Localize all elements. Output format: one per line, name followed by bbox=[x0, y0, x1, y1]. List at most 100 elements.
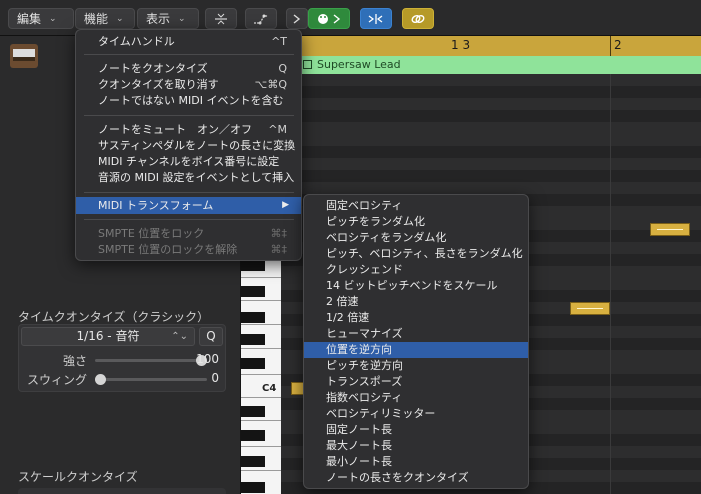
view-menu-label: 表示 bbox=[146, 12, 171, 26]
region-header[interactable]: Supersaw Lead bbox=[281, 56, 701, 74]
black-key[interactable] bbox=[241, 358, 265, 369]
submenu-item-reverse-position[interactable]: 位置を逆方向 bbox=[304, 342, 528, 358]
menu-item-shortcut: ^T bbox=[271, 35, 287, 48]
link-icon bbox=[411, 14, 425, 23]
catch-playhead-button[interactable] bbox=[360, 8, 392, 29]
submenu-item-label: ピッチをランダム化 bbox=[326, 215, 425, 228]
region-name: Supersaw Lead bbox=[317, 58, 401, 71]
chevron-down-icon: ⌄ bbox=[49, 13, 57, 24]
submenu-item-double-speed[interactable]: 2 倍速 bbox=[304, 294, 528, 310]
black-key[interactable] bbox=[241, 260, 265, 271]
swing-slider-knob[interactable] bbox=[95, 374, 106, 385]
menu-item-midi-transform[interactable]: MIDI トランスフォーム ▶ bbox=[76, 197, 301, 214]
submenu-item-reverse-pitch[interactable]: ピッチを逆方向 bbox=[304, 358, 528, 374]
menu-item-shortcut: ⌘‡ bbox=[270, 227, 288, 240]
submenu-item-label: 固定ノート長 bbox=[326, 423, 392, 436]
function-menu-button[interactable]: 機能 ⌄ bbox=[75, 8, 135, 29]
quantize-value-select[interactable]: 1/16 - 音符 ⌃⌄ bbox=[21, 327, 195, 346]
submenu-item-randomize-pitch[interactable]: ピッチをランダム化 bbox=[304, 214, 528, 230]
submenu-item-exponential-velocity[interactable]: 指数ベロシティ bbox=[304, 390, 528, 406]
menu-item-shortcut: ^M bbox=[268, 123, 287, 136]
swing-slider[interactable] bbox=[95, 374, 207, 385]
black-key[interactable] bbox=[241, 482, 265, 493]
submenu-item-min-note-length[interactable]: 最小ノート長 bbox=[304, 454, 528, 470]
ruler-number: 1 3 bbox=[451, 38, 471, 52]
menu-item-include-non-note[interactable]: ノートではない MIDI イベントを含む bbox=[76, 92, 301, 109]
quantize-tool-button[interactable] bbox=[205, 8, 237, 29]
submenu-item-scale-pitchbend[interactable]: 14 ビットピッチベンドをスケール bbox=[304, 278, 528, 294]
black-key[interactable] bbox=[241, 430, 265, 441]
submenu-item-label: ピッチを逆方向 bbox=[326, 359, 403, 372]
grid-row bbox=[281, 170, 701, 182]
black-key[interactable] bbox=[241, 312, 265, 323]
submenu-item-max-note-length[interactable]: 最大ノート長 bbox=[304, 438, 528, 454]
submenu-item-randomize-velocity[interactable]: ベロシティをランダム化 bbox=[304, 230, 528, 246]
automation-curve-icon bbox=[254, 14, 268, 24]
submenu-item-transpose[interactable]: トランスポーズ bbox=[304, 374, 528, 390]
grid-row bbox=[281, 74, 701, 86]
menu-item-mute-notes[interactable]: ノートをミュート オン／オフ ^M bbox=[76, 121, 301, 138]
submenu-item-label: クレッシェンド bbox=[326, 263, 403, 276]
function-dropdown-menu: タイムハンドル ^T ノートをクオンタイズ Q クオンタイズを取り消す ⌥⌘Q … bbox=[75, 29, 302, 261]
black-key[interactable] bbox=[241, 286, 265, 297]
submenu-item-label: ベロシティをランダム化 bbox=[326, 231, 447, 244]
white-key-divider bbox=[241, 348, 281, 349]
bar-ruler[interactable]: 1 3 2 bbox=[281, 36, 701, 56]
grid-row bbox=[281, 134, 701, 146]
menu-item-shortcut: ⌥⌘Q bbox=[254, 78, 287, 91]
link-button[interactable] bbox=[402, 8, 434, 29]
midi-note[interactable] bbox=[650, 223, 690, 236]
edit-menu-button[interactable]: 編集 ⌄ bbox=[8, 8, 74, 29]
quantize-value: 1/16 - 音符 bbox=[76, 329, 140, 343]
submenu-item-label: 固定ベロシティ bbox=[326, 199, 403, 212]
chevron-down-icon: ⌄ bbox=[116, 13, 124, 24]
black-key[interactable] bbox=[241, 334, 265, 345]
menu-item-label: タイムハンドル bbox=[98, 35, 175, 48]
menu-item-label: クオンタイズを取り消す bbox=[98, 78, 219, 91]
submenu-item-humanize[interactable]: ヒューマナイズ bbox=[304, 326, 528, 342]
submenu-item-velocity-limiter[interactable]: ベロシティリミッター bbox=[304, 406, 528, 422]
grid-row bbox=[281, 122, 701, 134]
menu-item-channel-to-voice[interactable]: MIDI チャンネルをボイス番号に設定 bbox=[76, 153, 301, 170]
playhead-icon bbox=[368, 13, 383, 24]
menu-item-time-handle[interactable]: タイムハンドル ^T bbox=[76, 33, 301, 50]
midi-out-button[interactable] bbox=[308, 8, 350, 29]
menu-item-unlock-smpte: SMPTE 位置のロックを解除 ⌘‡ bbox=[76, 241, 301, 258]
swing-value: 0 bbox=[211, 371, 219, 385]
edit-menu-label: 編集 bbox=[17, 12, 42, 26]
strength-slider[interactable] bbox=[95, 355, 207, 366]
black-key[interactable] bbox=[241, 456, 265, 467]
function-menu-label: 機能 bbox=[84, 12, 109, 26]
scale-quantize-title: スケールクオンタイズ bbox=[18, 470, 138, 484]
menu-separator bbox=[84, 115, 294, 116]
submenu-item-randomize-all[interactable]: ピッチ、ベロシティ、長さをランダム化 bbox=[304, 246, 528, 262]
menu-item-shortcut: ⌘‡ bbox=[270, 243, 288, 256]
grid-row bbox=[281, 86, 701, 98]
bar-gridline bbox=[610, 74, 611, 494]
submenu-item-half-speed[interactable]: 1/2 倍速 bbox=[304, 310, 528, 326]
grid-row bbox=[281, 110, 701, 122]
menu-item-label: 音源の MIDI 設定をイベントとして挿入 bbox=[98, 171, 295, 184]
menu-item-undo-quantize[interactable]: クオンタイズを取り消す ⌥⌘Q bbox=[76, 76, 301, 93]
ruler-number: 2 bbox=[614, 38, 622, 52]
white-key-divider bbox=[241, 397, 281, 398]
menu-item-insert-midi-settings[interactable]: 音源の MIDI 設定をイベントとして挿入 bbox=[76, 169, 301, 186]
submenu-item-label: 2 倍速 bbox=[326, 295, 359, 308]
submenu-item-quantize-note-length[interactable]: ノートの長さをクオンタイズ bbox=[304, 470, 528, 486]
quantize-q-button[interactable]: Q bbox=[199, 327, 223, 346]
menu-item-quantize-notes[interactable]: ノートをクオンタイズ Q bbox=[76, 60, 301, 77]
menu-item-label: ノートをミュート オン／オフ bbox=[98, 123, 252, 136]
submenu-item-fixed-velocity[interactable]: 固定ベロシティ bbox=[304, 198, 528, 214]
submenu-item-fixed-note-length[interactable]: 固定ノート長 bbox=[304, 422, 528, 438]
view-menu-button[interactable]: 表示 ⌄ bbox=[137, 8, 199, 29]
c4-label: C4 bbox=[262, 383, 277, 394]
black-key[interactable] bbox=[241, 406, 265, 417]
submenu-item-label: 指数ベロシティ bbox=[326, 391, 403, 404]
menu-item-sustain-to-length[interactable]: サスティンペダルをノートの長さに変換 bbox=[76, 137, 301, 154]
curve-tool-button[interactable] bbox=[245, 8, 277, 29]
submenu-item-crescendo[interactable]: クレッシェンド bbox=[304, 262, 528, 278]
submenu-item-label: 最小ノート長 bbox=[326, 455, 392, 468]
midi-in-button[interactable] bbox=[286, 8, 308, 29]
midi-note[interactable] bbox=[570, 302, 610, 315]
piano-keyboard[interactable]: C4 bbox=[241, 260, 281, 494]
